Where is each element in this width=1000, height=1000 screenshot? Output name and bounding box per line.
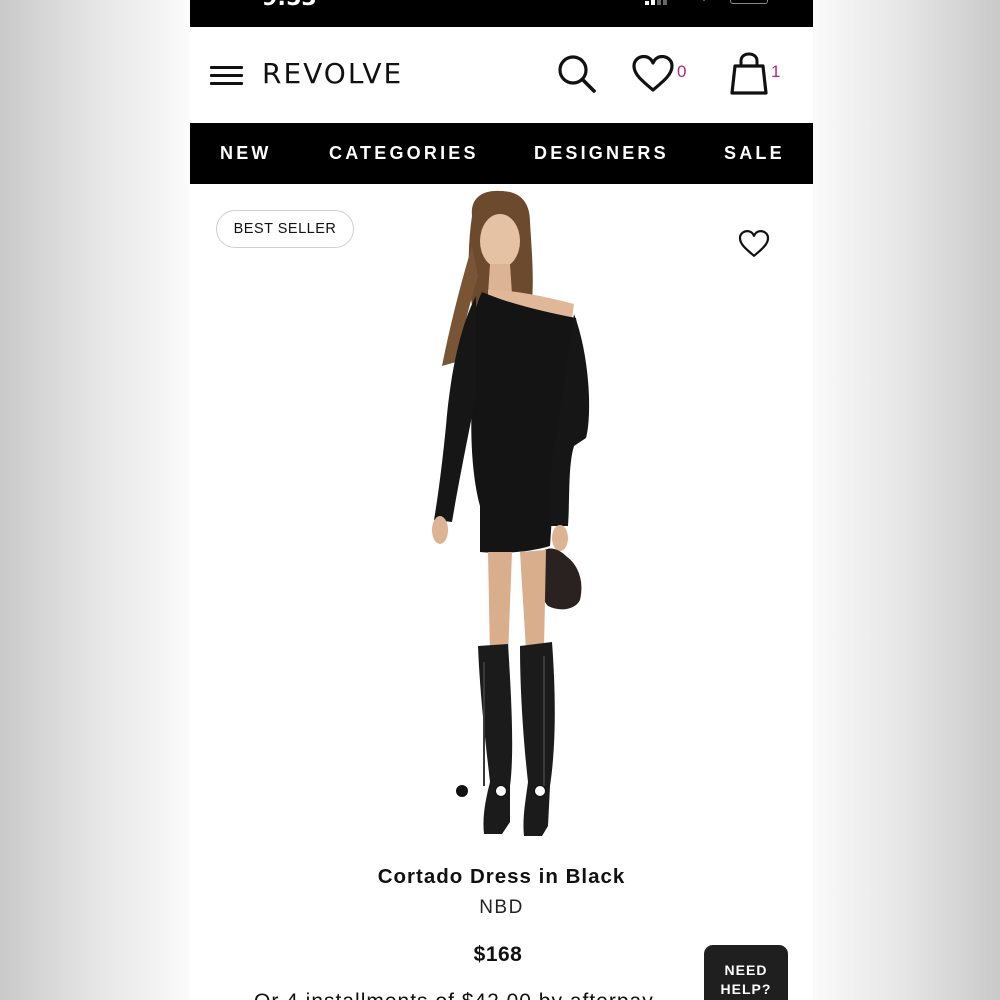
product-image[interactable] xyxy=(360,186,640,856)
product-title: Cortado Dress in Black xyxy=(377,865,626,888)
phone-screen: 9:53 REVOLVE 0 1 xyxy=(190,0,813,1000)
heart-icon[interactable] xyxy=(632,55,674,93)
need-help-button[interactable]: NEED HELP? xyxy=(704,945,788,1000)
product-brand[interactable]: NBD xyxy=(190,897,813,919)
best-seller-badge: BEST SELLER xyxy=(216,210,354,248)
carousel-dot-2[interactable] xyxy=(495,785,507,797)
nav-item-designers[interactable]: DESIGNERS xyxy=(534,143,669,164)
site-header: REVOLVE 0 1 xyxy=(190,27,813,123)
heart-outline-icon[interactable] xyxy=(738,230,770,258)
site-logo[interactable]: REVOLVE xyxy=(262,57,403,90)
main-nav: NEW CATEGORIES DESIGNERS SALE xyxy=(190,123,813,184)
battery-icon xyxy=(730,0,768,4)
need-help-line-1: NEED xyxy=(724,962,768,978)
nav-item-new[interactable]: NEW xyxy=(220,143,272,164)
installments-text: Or 4 installments of $42.00 by afterpay xyxy=(254,990,654,1000)
hamburger-icon[interactable] xyxy=(210,66,243,86)
status-bar: 9:53 xyxy=(190,0,813,27)
carousel-dot-3[interactable] xyxy=(534,785,546,797)
carousel-dot-1[interactable] xyxy=(456,785,468,797)
shopping-bag-icon[interactable] xyxy=(729,52,769,96)
status-icons xyxy=(645,0,769,5)
search-icon[interactable] xyxy=(556,53,598,95)
status-time: 9:53 xyxy=(262,0,317,11)
nav-item-categories[interactable]: CATEGORIES xyxy=(329,143,479,164)
signal-icon xyxy=(645,1,649,5)
wishlist-count: 0 xyxy=(677,62,687,81)
nav-item-sale[interactable]: SALE xyxy=(724,143,785,164)
wifi-icon xyxy=(703,0,705,1)
cart-count: 1 xyxy=(771,62,781,81)
need-help-line-2: HELP? xyxy=(720,981,772,997)
